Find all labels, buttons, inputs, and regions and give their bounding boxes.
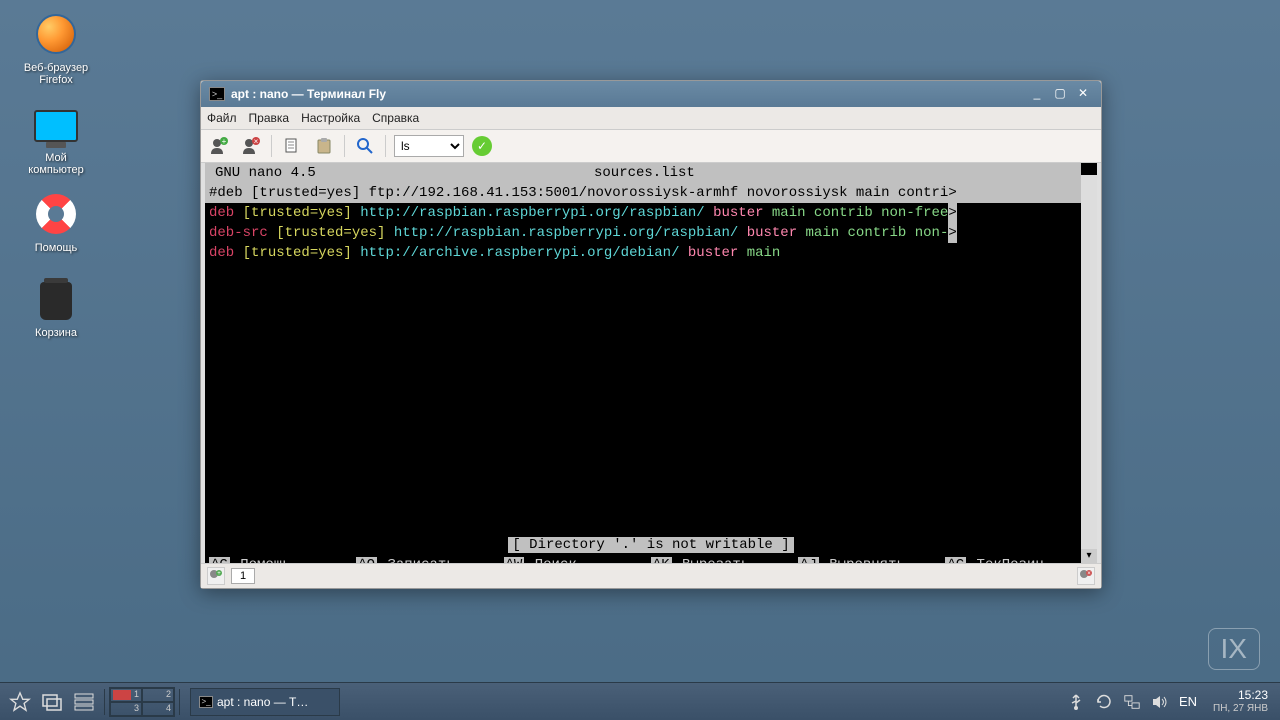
nano-shortcut: ^C ТекПозиц <box>945 555 1092 563</box>
desktop-icon-label: Мой компьютер <box>16 152 96 176</box>
menubar: Файл Правка Настройка Справка <box>201 107 1101 130</box>
run-button[interactable]: ✓ <box>472 136 492 156</box>
svg-text:+: + <box>222 137 227 146</box>
start-button[interactable] <box>6 688 34 716</box>
pager-desktop-3[interactable]: 3 <box>110 702 142 716</box>
terminal-line[interactable]: deb [trusted=yes] http://archive.raspber… <box>205 243 1097 263</box>
menu-help[interactable]: Справка <box>372 111 419 125</box>
menu-file[interactable]: Файл <box>207 111 237 125</box>
volume-icon[interactable] <box>1151 693 1169 711</box>
nano-header: GNU nano 4.5 sources.list <box>205 163 1097 183</box>
taskbar-task-terminal[interactable]: >_ apt : nano — Т… <box>190 688 340 716</box>
terminal-line[interactable]: #deb [trusted=yes] ftp://192.168.41.153:… <box>205 183 1097 203</box>
clock-time: 15:23 <box>1213 688 1268 702</box>
window-titlebar[interactable]: >_ apt : nano — Терминал Fly _ ▢ ✕ <box>201 81 1101 107</box>
remove-user-button[interactable]: × <box>239 134 263 158</box>
svg-text:×: × <box>254 137 259 146</box>
search-button[interactable] <box>353 134 377 158</box>
clock-date: ПН, 27 ЯНВ <box>1213 702 1268 716</box>
terminal-tab[interactable]: 1 <box>231 568 255 584</box>
desktop-icon-trash[interactable]: Корзина <box>16 275 96 339</box>
menu-settings[interactable]: Настройка <box>301 111 360 125</box>
toolbar-separator <box>344 135 345 157</box>
toolbar-separator <box>385 135 386 157</box>
terminal-line[interactable]: deb [trusted=yes] http://raspbian.raspbe… <box>205 203 1097 223</box>
nano-shortcut: ^K Вырезать <box>651 555 798 563</box>
desktop-icon-label: Помощь <box>16 242 96 254</box>
minimize-button[interactable]: _ <box>1027 86 1047 102</box>
taskbar-clock[interactable]: 15:23 ПН, 27 ЯНВ <box>1213 688 1268 716</box>
firefox-icon <box>32 10 80 58</box>
trash-icon <box>32 275 80 323</box>
scrollbar-thumb[interactable]: ▴ <box>1081 163 1097 175</box>
updates-icon[interactable] <box>1095 693 1113 711</box>
taskbar: 1 2 3 4 >_ apt : nano — Т… EN 15:23 ПН, … <box>0 682 1280 720</box>
terminal-body[interactable]: #deb [trusted=yes] ftp://192.168.41.153:… <box>205 183 1097 263</box>
desktop-icon-label: Веб-браузер Firefox <box>16 62 96 86</box>
terminal-wrap: GNU nano 4.5 sources.list #deb [trusted=… <box>201 163 1101 563</box>
close-tab-button[interactable]: × <box>1077 567 1095 585</box>
terminal-icon: >_ <box>199 696 213 708</box>
task-label: apt : nano — Т… <box>217 695 308 709</box>
svg-text:×: × <box>1087 571 1091 577</box>
usb-icon[interactable] <box>1067 693 1085 711</box>
taskbar-separator <box>104 689 105 715</box>
terminal-tabbar: + 1 × <box>201 563 1101 588</box>
system-tray: EN 15:23 ПН, 27 ЯНВ <box>1067 688 1276 716</box>
terminal-icon: >_ <box>209 87 225 101</box>
nano-filename: sources.list <box>316 163 973 183</box>
terminal-window: >_ apt : nano — Терминал Fly _ ▢ ✕ Файл … <box>200 80 1102 589</box>
nano-shortcuts: ^G Помощь^O Записать^W Поиск^K Вырезать^… <box>205 555 1097 563</box>
pager-desktop-4[interactable]: 4 <box>142 702 174 716</box>
add-user-button[interactable]: + <box>207 134 231 158</box>
help-icon <box>32 190 80 238</box>
nano-shortcut: ^J Выровнять <box>798 555 945 563</box>
nano-shortcut: ^W Поиск <box>504 555 651 563</box>
nano-shortcut: ^G Помощь <box>209 555 356 563</box>
nano-status-line: [ Directory '.' is not writable ] <box>205 535 1097 555</box>
copy-button[interactable] <box>280 134 304 158</box>
desktop-icon-help[interactable]: Помощь <box>16 190 96 254</box>
keyboard-layout[interactable]: EN <box>1179 693 1197 711</box>
toolbar: + × ls ✓ <box>201 130 1101 163</box>
pager-desktop-1[interactable]: 1 <box>110 688 142 702</box>
network-icon[interactable] <box>1123 693 1141 711</box>
desktop-icon-label: Корзина <box>16 327 96 339</box>
svg-text:+: + <box>217 571 221 577</box>
desktop-icon-computer[interactable]: Мой компьютер <box>16 100 96 176</box>
os-watermark: IX <box>1208 628 1260 670</box>
add-tab-button[interactable]: + <box>207 567 225 585</box>
terminal-line[interactable]: deb-src [trusted=yes] http://raspbian.ra… <box>205 223 1097 243</box>
nano-app-name: GNU nano 4.5 <box>209 163 316 183</box>
file-manager-button[interactable] <box>70 688 98 716</box>
desktop-icon-firefox[interactable]: Веб-браузер Firefox <box>16 10 96 86</box>
toolbar-separator <box>271 135 272 157</box>
pager-desktop-2[interactable]: 2 <box>142 688 174 702</box>
monitor-icon <box>32 100 80 148</box>
close-button[interactable]: ✕ <box>1073 86 1093 102</box>
terminal-scrollbar[interactable]: ▴ ▾ <box>1081 163 1097 563</box>
nano-shortcut: ^O Записать <box>356 555 503 563</box>
command-select[interactable]: ls <box>394 135 464 157</box>
maximize-button[interactable]: ▢ <box>1050 86 1070 102</box>
scrollbar-down[interactable]: ▾ <box>1081 549 1097 563</box>
terminal[interactable]: GNU nano 4.5 sources.list #deb [trusted=… <box>205 163 1097 563</box>
desktop-pager[interactable]: 1 2 3 4 <box>109 687 175 717</box>
taskbar-separator <box>179 689 180 715</box>
show-desktop-button[interactable] <box>38 688 66 716</box>
window-title: apt : nano — Терминал Fly <box>231 87 1024 101</box>
paste-button[interactable] <box>312 134 336 158</box>
menu-edit[interactable]: Правка <box>249 111 290 125</box>
nano-status-text: [ Directory '.' is not writable ] <box>508 537 793 553</box>
